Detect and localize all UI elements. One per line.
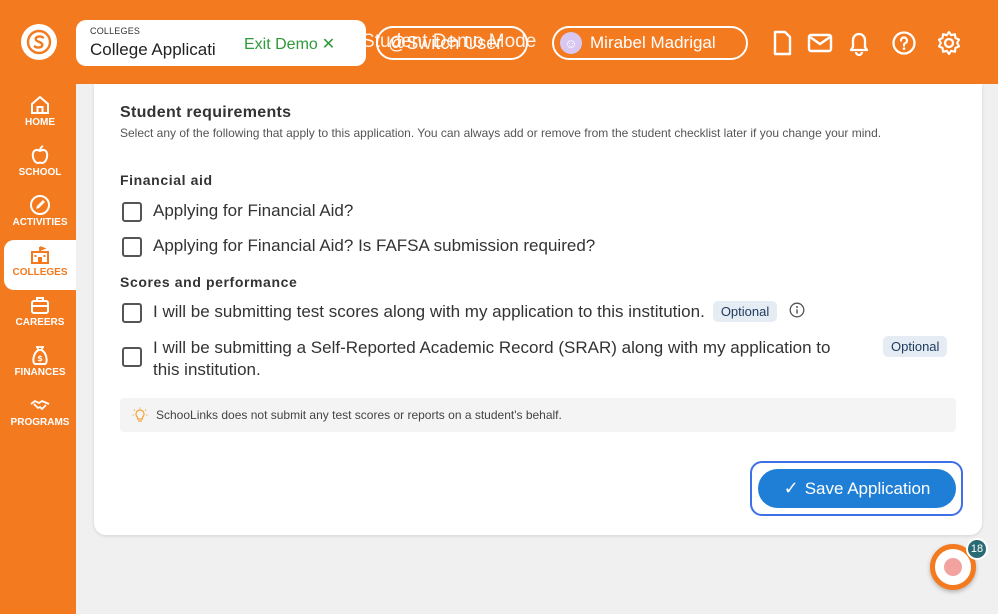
mail-icon[interactable] — [805, 28, 835, 58]
info-notice: SchooLinks does not submit any test scor… — [120, 398, 956, 432]
checkbox-fafsa[interactable]: Applying for Financial Aid? Is FAFSA sub… — [122, 236, 595, 257]
sidebar-item-home[interactable]: HOME — [4, 94, 76, 142]
top-bar: COLLEGES College Applicati Exit Demo ✕ St… — [0, 0, 998, 84]
sidebar-item-label: CAREERS — [15, 317, 65, 328]
sidebar-item-label: ACTIVITIES — [12, 217, 68, 228]
checkbox-label: Applying for Financial Aid? Is FAFSA sub… — [153, 236, 596, 255]
document-icon[interactable] — [767, 28, 797, 58]
checkbox-srar[interactable]: I will be submitting a Self-Reported Aca… — [122, 336, 962, 381]
money-bag-icon: $ — [32, 346, 48, 365]
lightbulb-icon — [132, 407, 148, 422]
checkbox-label: Applying for Financial Aid? — [153, 201, 354, 220]
schoolinks-logo[interactable] — [21, 24, 57, 60]
sidebar: HOME SCHOOL ACTIVITIES COLLEGES CAREERS … — [0, 84, 76, 614]
avatar: ☺ — [560, 32, 582, 54]
checkbox-financial-aid[interactable]: Applying for Financial Aid? — [122, 201, 353, 222]
sidebar-item-careers[interactable]: CAREERS — [4, 294, 76, 342]
info-icon[interactable] — [789, 302, 805, 323]
checkbox[interactable] — [122, 237, 142, 257]
svg-text:$: $ — [37, 354, 43, 363]
scores-heading: Scores and performance — [120, 274, 298, 290]
section-description: Select any of the following that apply t… — [120, 126, 882, 140]
checkmark-icon: ✓ — [783, 478, 799, 498]
bell-icon[interactable] — [844, 28, 874, 58]
help-icon[interactable] — [889, 28, 919, 58]
page-title: College Applicati — [90, 40, 216, 59]
checkbox-test-scores[interactable]: I will be submitting test scores along w… — [122, 301, 805, 323]
optional-badge: Optional — [883, 336, 948, 357]
chat-icon — [944, 558, 962, 576]
college-icon — [31, 246, 49, 264]
checkbox-label: I will be submitting test scores along w… — [153, 302, 705, 321]
switch-user-label: @Switch User — [388, 33, 503, 53]
breadcrumb-section: COLLEGES — [90, 26, 141, 36]
gear-icon[interactable] — [934, 28, 964, 58]
checkbox[interactable] — [122, 347, 142, 367]
financial-aid-heading: Financial aid — [120, 172, 213, 188]
save-application-button[interactable]: ✓ Save Application — [758, 469, 956, 508]
notice-text: SchooLinks does not submit any test scor… — [156, 408, 562, 422]
sidebar-item-programs[interactable]: PROGRAMS — [4, 394, 76, 442]
sidebar-item-school[interactable]: SCHOOL — [4, 144, 76, 192]
sidebar-item-label: FINANCES — [14, 367, 66, 378]
sidebar-item-label: PROGRAMS — [10, 417, 70, 428]
pencil-icon — [30, 195, 50, 215]
briefcase-icon — [31, 297, 49, 314]
checkbox[interactable] — [122, 303, 142, 323]
home-icon — [31, 95, 49, 114]
sidebar-item-label: COLLEGES — [12, 267, 68, 278]
sidebar-item-label: SCHOOL — [18, 167, 62, 178]
sidebar-item-activities[interactable]: ACTIVITIES — [4, 194, 76, 242]
student-requirements-card: Student requirements Select any of the f… — [94, 84, 982, 535]
user-profile-button[interactable]: ☺ Mirabel Madrigal — [552, 26, 748, 60]
schoolinks-logo-icon — [26, 29, 52, 55]
checkbox-label-line2: this institution. — [153, 360, 261, 379]
optional-badge: Optional — [712, 301, 778, 322]
exit-demo-label: Exit Demo — [244, 36, 318, 53]
sidebar-item-colleges[interactable]: COLLEGES — [4, 240, 76, 290]
user-name: Mirabel Madrigal — [590, 33, 716, 52]
checkbox-label-line1: I will be submitting a Self-Reported Aca… — [153, 338, 831, 357]
notification-count-badge: 18 — [966, 538, 988, 560]
apple-icon — [31, 145, 49, 164]
save-button-label: Save Application — [804, 478, 931, 498]
section-title: Student requirements — [120, 104, 292, 121]
sidebar-item-label: HOME — [25, 117, 55, 128]
checkbox[interactable] — [122, 202, 142, 222]
close-icon: ✕ — [321, 36, 336, 53]
switch-user-button[interactable]: @Switch User — [376, 26, 528, 60]
handshake-icon — [30, 400, 50, 410]
sidebar-item-finances[interactable]: $ FINANCES — [4, 344, 76, 392]
exit-demo-button[interactable]: Exit Demo ✕ — [244, 34, 335, 54]
checkbox-label-wrap: I will be submitting a Self-Reported Aca… — [153, 337, 883, 381]
